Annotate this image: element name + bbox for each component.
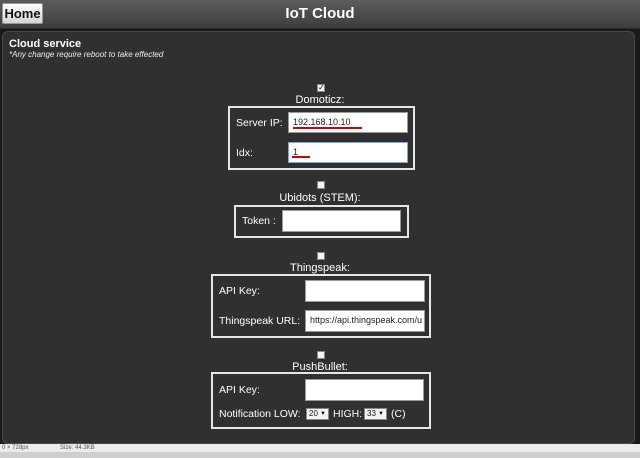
status-size: Size: 44.3KB: [60, 445, 95, 451]
thingspeak-checkbox[interactable]: [317, 252, 325, 260]
token-input[interactable]: [282, 210, 401, 232]
app-title: IoT Cloud: [285, 5, 355, 22]
section-note: *Any change require reboot to take effec…: [9, 50, 164, 59]
pushbullet-checkbox[interactable]: [317, 351, 325, 359]
low-select[interactable]: 20 ▼: [306, 408, 329, 420]
thingspeak-url-label: Thingspeak URL:: [219, 315, 301, 327]
server-ip-underline: [293, 127, 362, 129]
pushbullet-api-key-label: API Key:: [219, 384, 260, 396]
pushbullet-api-key-input[interactable]: [305, 379, 424, 401]
ubidots-label: Ubidots (STEM):: [279, 192, 361, 204]
domoticz-label: Domoticz:: [295, 94, 345, 106]
idx-underline: [292, 156, 310, 158]
status-dimensions: 0 × 728px: [2, 445, 29, 451]
server-ip-label: Server IP:: [236, 117, 283, 129]
high-select[interactable]: 33 ▼: [364, 408, 387, 420]
bottom-strip: [0, 452, 640, 458]
idx-label: Idx:: [236, 147, 253, 159]
section-title: Cloud service: [9, 38, 82, 50]
notification-low-label: Notification LOW:: [219, 408, 301, 420]
chevron-down-icon: ▼: [320, 411, 326, 417]
thingspeak-url-input[interactable]: https://api.thingspeak.com/u: [305, 310, 425, 332]
domoticz-checkbox[interactable]: ✓: [317, 84, 325, 92]
thingspeak-label: Thingspeak:: [290, 262, 350, 274]
unit-label: (C): [391, 408, 406, 420]
idx-input[interactable]: 1: [288, 142, 408, 163]
ubidots-checkbox[interactable]: [317, 181, 325, 189]
low-value: 20: [309, 409, 318, 418]
chevron-down-icon: ▼: [378, 411, 384, 417]
checkmark-icon: ✓: [318, 83, 325, 92]
high-label: HIGH:: [333, 408, 363, 420]
server-ip-input[interactable]: 192.168.10.10: [288, 112, 408, 133]
high-value: 33: [367, 409, 376, 418]
token-label: Token :: [242, 215, 276, 227]
thingspeak-api-key-label: API Key:: [219, 285, 260, 297]
thingspeak-api-key-input[interactable]: [305, 280, 425, 302]
status-bar: 0 × 728px Size: 44.3KB: [0, 444, 640, 452]
top-bar: Home IoT Cloud: [0, 0, 640, 29]
